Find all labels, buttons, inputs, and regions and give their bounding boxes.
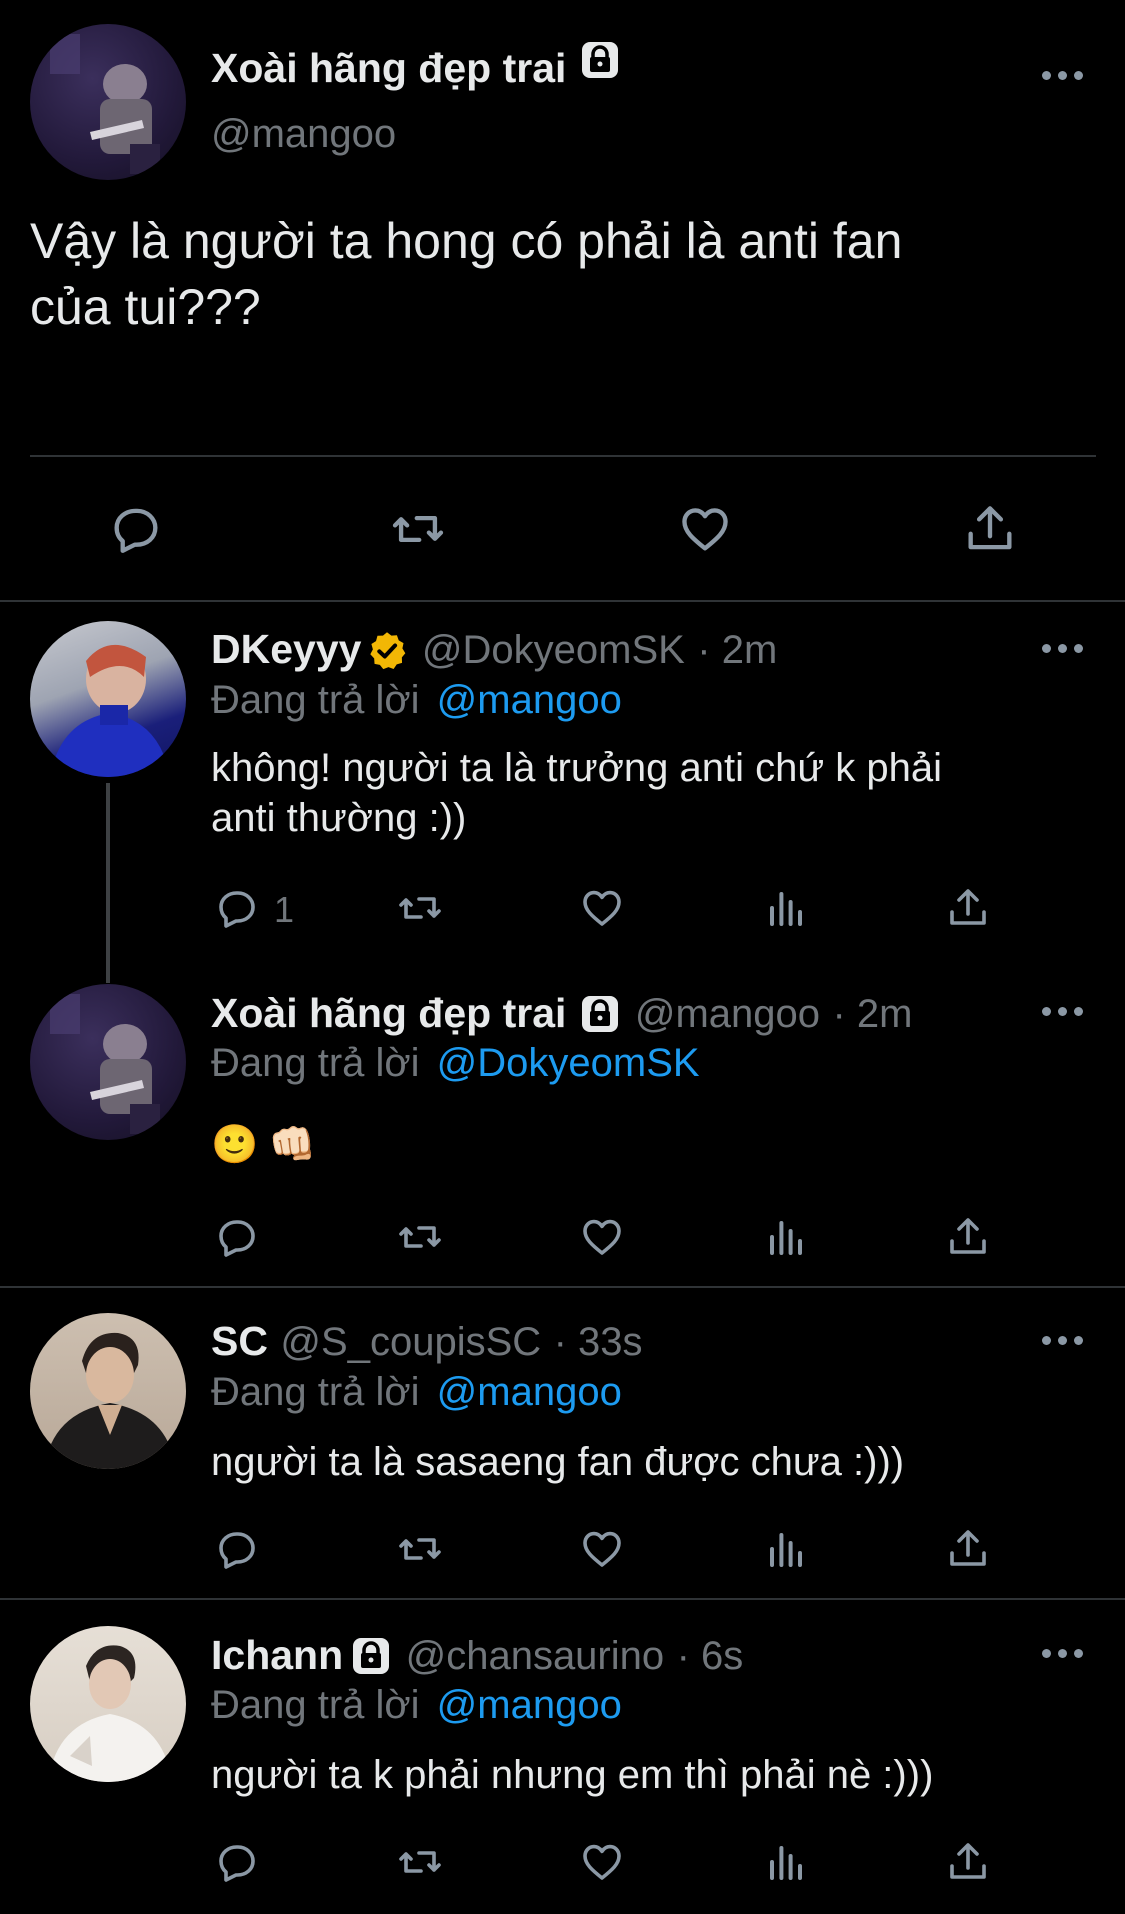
divider bbox=[0, 1598, 1125, 1600]
share-icon[interactable] bbox=[944, 1525, 992, 1573]
author-handle[interactable]: @S_coupisSC bbox=[280, 1320, 541, 1364]
replying-to: Đang trả lời @DokyeomSK bbox=[211, 1041, 700, 1086]
lock-icon bbox=[349, 1634, 393, 1683]
retweet-icon[interactable] bbox=[393, 1525, 447, 1573]
lock-icon bbox=[578, 992, 622, 1041]
views-icon[interactable] bbox=[762, 1838, 810, 1886]
views-icon[interactable] bbox=[762, 884, 810, 932]
tweet-text-line: của tui??? bbox=[30, 279, 261, 335]
author-name[interactable]: SC bbox=[211, 1318, 268, 1364]
tweet-text: Vậy là người ta hong có phải là anti fan… bbox=[30, 208, 902, 340]
author-name[interactable]: Xoài hãng đẹp trai bbox=[211, 42, 622, 98]
like-icon[interactable] bbox=[578, 1525, 626, 1573]
more-icon[interactable] bbox=[1042, 1006, 1084, 1018]
replying-to-link[interactable]: @mangoo bbox=[437, 678, 622, 722]
reply-header: SC @S_coupisSC · 33s bbox=[211, 1318, 643, 1365]
replying-prefix: Đang trả lời bbox=[211, 1683, 420, 1727]
reply-text: người ta là sasaeng fan được chưa :))) bbox=[211, 1437, 904, 1487]
reply-text: không! người ta là trưởng anti chứ k phả… bbox=[211, 743, 942, 843]
author-name[interactable]: Ichann bbox=[211, 1632, 343, 1678]
reply-icon[interactable] bbox=[213, 1213, 261, 1261]
reply-time[interactable]: · 2m bbox=[697, 628, 777, 672]
replying-to-link[interactable]: @mangoo bbox=[437, 1370, 622, 1414]
thread-line bbox=[106, 783, 110, 983]
like-icon[interactable] bbox=[578, 1838, 626, 1886]
like-icon[interactable] bbox=[578, 884, 626, 932]
reply-text: người ta k phải nhưng em thì phải nè :))… bbox=[211, 1750, 933, 1800]
tweet-text-line: Vậy là người ta hong có phải là anti fan bbox=[30, 213, 903, 269]
retweet-icon[interactable] bbox=[386, 500, 450, 558]
divider bbox=[0, 600, 1125, 602]
replying-prefix: Đang trả lời bbox=[211, 1370, 420, 1414]
avatar[interactable] bbox=[30, 984, 186, 1140]
share-icon[interactable] bbox=[944, 884, 992, 932]
reply-header: DKeyyy @DokyeomSK · 2m bbox=[211, 626, 777, 683]
more-icon[interactable] bbox=[1042, 643, 1084, 655]
lock-icon bbox=[578, 38, 622, 92]
share-icon[interactable] bbox=[944, 1838, 992, 1886]
reply-icon[interactable] bbox=[107, 500, 165, 558]
reply-text-line: người ta là sasaeng fan được chưa :))) bbox=[211, 1440, 905, 1484]
divider bbox=[0, 1286, 1125, 1288]
author-handle[interactable]: @mangoo bbox=[635, 992, 820, 1036]
reply-text-line: người ta k phải nhưng em thì phải nè :))… bbox=[211, 1753, 934, 1797]
reply-text-line: 🙂 👊🏻 bbox=[211, 1124, 317, 1166]
replying-prefix: Đang trả lời bbox=[211, 1041, 420, 1085]
reply-time[interactable]: · 33s bbox=[554, 1320, 643, 1364]
replying-prefix: Đang trả lời bbox=[211, 678, 420, 722]
like-icon[interactable] bbox=[578, 1213, 626, 1261]
more-icon[interactable] bbox=[1042, 1648, 1084, 1660]
views-icon[interactable] bbox=[762, 1213, 810, 1261]
replying-to: Đang trả lời @mangoo bbox=[211, 1683, 622, 1728]
author-handle[interactable]: @chansaurino bbox=[406, 1634, 665, 1678]
reply-time[interactable]: · 6s bbox=[677, 1634, 744, 1678]
avatar[interactable] bbox=[30, 621, 186, 777]
reply-icon[interactable] bbox=[213, 884, 261, 932]
author-name[interactable]: Xoài hãng đẹp trai bbox=[211, 990, 566, 1036]
replying-to: Đang trả lời @mangoo bbox=[211, 678, 622, 723]
more-icon[interactable] bbox=[1042, 1335, 1084, 1347]
replying-to: Đang trả lời @mangoo bbox=[211, 1370, 622, 1415]
author-name-text[interactable]: Xoài hãng đẹp trai bbox=[211, 45, 566, 91]
divider bbox=[30, 455, 1096, 457]
reply-header: Ichann @chansaurino · 6s bbox=[211, 1632, 743, 1689]
author-handle[interactable]: @DokyeomSK bbox=[422, 628, 685, 672]
reply-header: Xoài hãng đẹp trai @mangoo · 2m bbox=[211, 990, 912, 1047]
like-icon[interactable] bbox=[676, 500, 734, 558]
retweet-icon[interactable] bbox=[393, 1838, 447, 1886]
replying-to-link[interactable]: @DokyeomSK bbox=[437, 1041, 700, 1085]
reply-count: 1 bbox=[274, 889, 295, 930]
replying-to-link[interactable]: @mangoo bbox=[437, 1683, 622, 1727]
share-icon[interactable] bbox=[944, 1213, 992, 1261]
verified-badge-icon bbox=[365, 629, 409, 678]
more-icon[interactable] bbox=[1042, 70, 1084, 82]
views-icon[interactable] bbox=[762, 1525, 810, 1573]
avatar[interactable] bbox=[30, 1313, 186, 1469]
avatar[interactable] bbox=[30, 24, 186, 180]
avatar[interactable] bbox=[30, 1626, 186, 1782]
reply-icon[interactable] bbox=[213, 1838, 261, 1886]
reply-text: 🙂 👊🏻 bbox=[211, 1120, 316, 1170]
reply-time[interactable]: · 2m bbox=[832, 992, 912, 1036]
author-name[interactable]: DKeyyy bbox=[211, 626, 361, 672]
share-icon[interactable] bbox=[961, 500, 1019, 558]
reply-text-line: anti thường :)) bbox=[211, 796, 467, 840]
reply-text-line: không! người ta là trưởng anti chứ k phả… bbox=[211, 746, 942, 790]
retweet-icon[interactable] bbox=[393, 1213, 447, 1261]
reply-icon[interactable] bbox=[213, 1525, 261, 1573]
retweet-icon[interactable] bbox=[393, 884, 447, 932]
author-handle[interactable]: @mangoo bbox=[211, 112, 396, 157]
